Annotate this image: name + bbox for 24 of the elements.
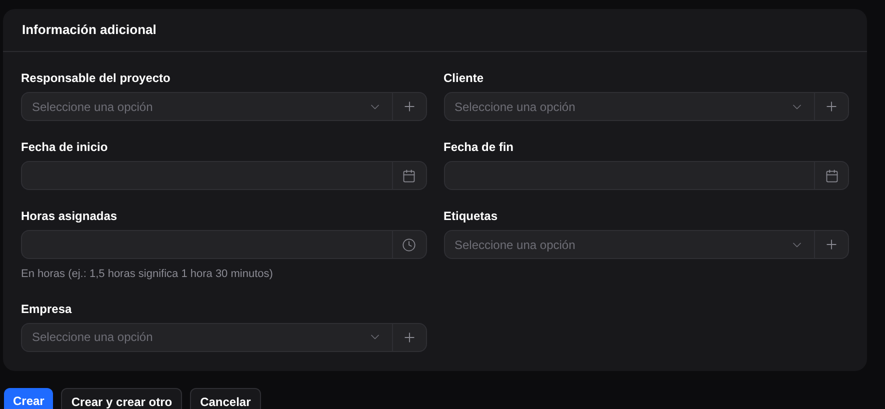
select-field[interactable]: Seleccione una opción — [21, 92, 426, 121]
select-field[interactable]: Seleccione una opción — [444, 230, 849, 259]
plus-icon — [402, 99, 416, 114]
helper-text: En horas (ej.: 1,5 horas significa 1 hora 30 minutos) — [21, 267, 274, 282]
select-field[interactable]: Seleccione una opción — [21, 322, 426, 352]
plus-icon — [824, 99, 839, 114]
select-placeholder: Seleccione una opción — [454, 236, 576, 254]
field-label: Fecha de fin — [444, 139, 515, 155]
primary-button[interactable]: Crear — [4, 388, 54, 409]
select-placeholder: Seleccione una opción — [32, 329, 154, 346]
secondary-button[interactable]: Cancelar — [190, 388, 261, 409]
section-title: Información adicional — [22, 21, 156, 40]
select-placeholder: Seleccione una opción — [454, 98, 576, 116]
select-placeholder: Seleccione una opción — [32, 98, 154, 116]
field-label: Horas asignadas — [21, 208, 118, 224]
field-label: Cliente — [444, 70, 485, 86]
field-label: Empresa — [21, 300, 73, 316]
plus-icon — [402, 330, 416, 344]
field-label: Responsable del proyecto — [21, 70, 172, 86]
select-field[interactable]: Seleccione una opción — [444, 92, 849, 121]
plus-icon — [824, 237, 839, 252]
field-label: Fecha de inicio — [21, 139, 109, 155]
secondary-button[interactable]: Crear y crear otro — [61, 388, 182, 409]
field-label: Etiquetas — [444, 208, 499, 224]
